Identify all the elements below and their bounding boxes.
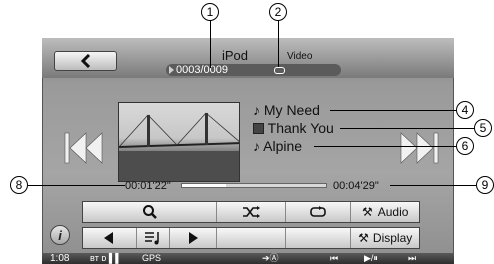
album-row: Thank You <box>253 120 334 136</box>
shuffle-button[interactable] <box>217 202 286 222</box>
repeat-button[interactable] <box>286 202 352 222</box>
status-prev-icon[interactable]: ⏮ <box>330 253 338 264</box>
wrench-icon: ⚒ <box>358 231 369 245</box>
callout-line-6 <box>314 146 456 147</box>
info-icon: i <box>58 227 62 243</box>
clock: 1:08 <box>50 253 70 264</box>
bridge-image <box>119 112 239 181</box>
progress-fill <box>182 184 226 187</box>
triangle-right-icon <box>189 232 199 244</box>
bluetooth-signal-icon: ʙᴛ ᴅ ▌▌ <box>90 253 122 263</box>
status-bar: 1:08 ʙᴛ ᴅ ▌▌ GPS ➔Ⓐ ⏮ ▶/⏸ ⏭ <box>42 253 454 264</box>
status-next-icon[interactable]: ⏭ <box>408 253 416 264</box>
audio-label: Audio <box>377 205 409 219</box>
album-title: Thank You <box>267 120 334 136</box>
gps-label: GPS <box>142 253 162 263</box>
callout-2: 2 <box>269 3 287 21</box>
artist-icon: ♪ <box>253 138 260 154</box>
back-button[interactable] <box>54 51 117 71</box>
control-row-2: ⚒ Display <box>82 227 420 249</box>
callout-line-9 <box>390 185 476 186</box>
previous-track-button[interactable] <box>64 131 104 165</box>
callout-5: 5 <box>474 119 492 137</box>
video-tab[interactable]: Video <box>287 51 312 62</box>
album-art <box>118 102 240 182</box>
next-track-button[interactable] <box>399 131 439 165</box>
music-list-button[interactable] <box>137 228 171 248</box>
prev-button[interactable] <box>83 228 137 248</box>
search-button[interactable] <box>83 202 218 222</box>
shuffle-icon <box>243 206 260 218</box>
audio-button[interactable]: ⚒ Audio <box>351 202 419 222</box>
callout-8: 8 <box>10 176 28 194</box>
song-title: My Need <box>263 102 320 118</box>
source-title: iPod <box>222 48 249 63</box>
callout-9: 9 <box>476 176 494 194</box>
status-playpause-icon[interactable]: ▶/⏸ <box>364 253 378 264</box>
display-button[interactable]: ⚒ Display <box>351 228 419 248</box>
empty-slot-2 <box>286 228 352 248</box>
next-button[interactable] <box>170 228 218 248</box>
progress-bar[interactable] <box>181 183 327 188</box>
callout-1: 1 <box>201 3 219 21</box>
track-counter: 0003/0009 <box>176 64 228 76</box>
callout-line-1 <box>210 21 211 68</box>
wrench-icon: ⚒ <box>361 205 373 219</box>
empty-slot-1 <box>217 228 286 248</box>
music-note-icon: ♪ <box>253 102 260 118</box>
chevron-left-icon <box>80 54 90 68</box>
song-row: ♪ My Need <box>253 102 320 118</box>
callout-line-8 <box>28 185 125 186</box>
callout-line-4 <box>330 110 456 111</box>
info-button[interactable]: i <box>50 225 70 245</box>
album-icon <box>253 123 264 134</box>
repeat-indicator-icon <box>274 67 285 74</box>
triangle-left-icon <box>104 232 114 244</box>
music-list-icon <box>145 232 159 245</box>
artist-row: ♪ Alpine <box>253 138 302 154</box>
callout-line-5 <box>340 128 474 129</box>
callout-4: 4 <box>456 101 474 119</box>
callout-6: 6 <box>456 137 474 155</box>
display-label: Display <box>372 231 413 245</box>
repeat-icon <box>310 206 326 217</box>
play-indicator-icon <box>169 66 174 74</box>
elapsed-time: 00:01'22" <box>125 180 171 192</box>
search-icon <box>142 205 157 219</box>
artist-name: Alpine <box>263 138 303 154</box>
total-time: 00:04'29" <box>333 180 379 192</box>
control-row-1: ⚒ Audio <box>82 201 420 223</box>
direction-icon: ➔Ⓐ <box>262 253 279 263</box>
callout-line-2 <box>278 21 279 67</box>
